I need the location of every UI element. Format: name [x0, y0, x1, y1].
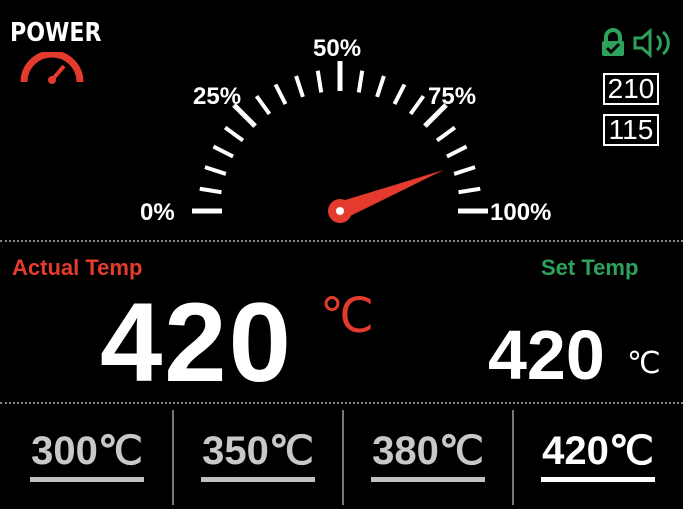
gauge-label-50: 50% — [313, 35, 361, 62]
gauge-tick — [294, 75, 305, 98]
gauge-tick — [204, 165, 227, 176]
preset-4-underline — [541, 477, 655, 482]
gauge-tick — [223, 125, 245, 143]
gauge-tick — [458, 186, 481, 195]
gauge-tick — [212, 144, 234, 159]
preset-1[interactable]: 300℃ — [2, 408, 172, 509]
preset-2[interactable]: 350℃ — [173, 408, 343, 509]
preset-3-value: 380℃ — [372, 429, 484, 473]
gauge-tick — [315, 70, 324, 93]
gauge-tick — [375, 75, 386, 98]
gauge-label-75: 75% — [428, 83, 476, 110]
gauge-tick — [446, 144, 468, 159]
preset-2-value: 350℃ — [202, 429, 314, 473]
set-temp-value[interactable]: 420 — [488, 315, 605, 395]
actual-temp-unit: ℃ — [320, 290, 374, 343]
preset-1-underline — [30, 477, 144, 482]
preset-3-underline — [371, 477, 485, 482]
gauge-tick — [254, 94, 272, 116]
gauge-tick — [408, 94, 426, 116]
gauge-tick — [392, 83, 407, 105]
gauge-label-100: 100% — [490, 199, 551, 226]
needle-center-dot — [336, 207, 344, 215]
set-temp-label: Set Temp — [541, 255, 639, 280]
set-temp-unit: ℃ — [627, 347, 661, 380]
gauge-label-0: 0% — [140, 199, 175, 226]
gauge-tick — [356, 70, 365, 93]
gauge-tick — [435, 125, 457, 143]
power-gauge: 0% 25% 50% 75% 100% — [140, 35, 551, 226]
actual-temp-value: 420 — [100, 280, 293, 405]
preset-4-value: 420℃ — [542, 429, 654, 473]
gauge-tick — [453, 165, 476, 176]
preset-3[interactable]: 380℃ — [343, 408, 513, 509]
gauge-label-25: 25% — [193, 83, 241, 110]
top-divider — [0, 240, 683, 242]
preset-4[interactable]: 420℃ — [513, 408, 683, 509]
preset-2-underline — [201, 477, 315, 482]
gauge-needle — [328, 169, 445, 223]
needle-body — [336, 169, 445, 220]
preset-1-value: 300℃ — [31, 429, 143, 473]
gauge-tick — [199, 186, 222, 195]
gauge-tick — [273, 83, 288, 105]
